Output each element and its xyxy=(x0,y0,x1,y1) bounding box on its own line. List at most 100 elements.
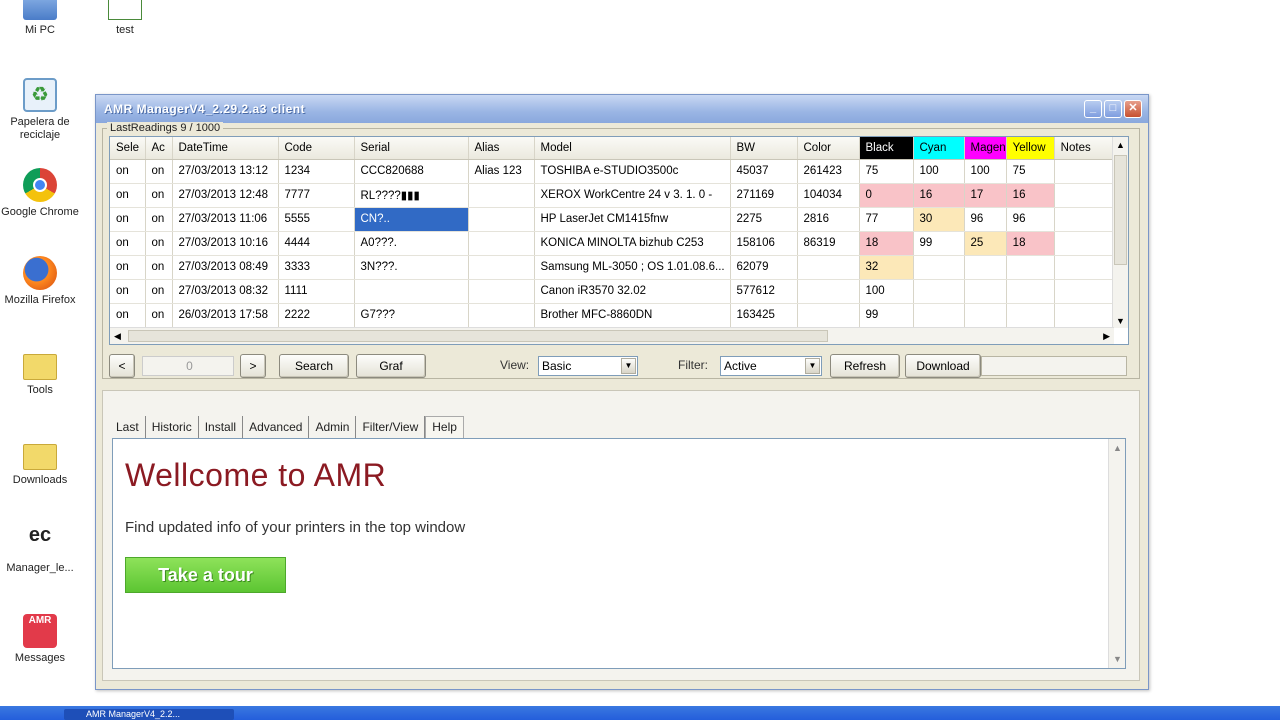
table-cell[interactable]: 577612 xyxy=(730,279,798,304)
table-cell[interactable]: 100 xyxy=(859,279,914,304)
table-cell[interactable]: 271169 xyxy=(730,183,798,208)
chevron-down-icon[interactable]: ▼ xyxy=(621,358,636,374)
column-header[interactable]: Model xyxy=(534,137,731,160)
tab-advanced[interactable]: Advanced xyxy=(243,416,310,438)
table-cell[interactable]: 1234 xyxy=(278,159,355,184)
column-header[interactable]: Sele xyxy=(110,137,146,160)
table-row[interactable]: on on 27/03/2013 12:48 7777 RL????▮▮▮ XEROX W… xyxy=(110,183,1115,208)
table-cell[interactable] xyxy=(797,303,860,328)
column-header[interactable]: Cyan xyxy=(913,137,965,160)
grid-horizontal-scrollbar[interactable]: ◀ ▶ xyxy=(110,327,1114,344)
table-cell[interactable]: 96 xyxy=(964,207,1007,232)
column-header[interactable]: Serial xyxy=(354,137,469,160)
table-cell[interactable] xyxy=(1054,183,1115,208)
desktop-icon-recycle-bin[interactable]: ♻ Papelera de reciclaje xyxy=(0,78,80,142)
column-header[interactable]: Code xyxy=(278,137,355,160)
table-cell[interactable]: 18 xyxy=(1006,231,1055,256)
table-cell[interactable] xyxy=(468,183,535,208)
table-cell[interactable]: 86319 xyxy=(797,231,860,256)
table-cell[interactable]: on xyxy=(110,279,146,304)
grid-vertical-scrollbar[interactable]: ▲ ▼ xyxy=(1112,137,1128,328)
desktop-icon-chrome[interactable]: Google Chrome xyxy=(0,168,80,219)
table-cell[interactable]: 104034 xyxy=(797,183,860,208)
tab-filter-view[interactable]: Filter/View xyxy=(356,416,426,438)
tab-install[interactable]: Install xyxy=(199,416,244,438)
table-cell[interactable]: KONICA MINOLTA bizhub C253 xyxy=(534,231,731,256)
table-cell[interactable] xyxy=(1006,303,1055,328)
scroll-thumb[interactable] xyxy=(1114,155,1127,265)
table-cell[interactable]: on xyxy=(110,207,146,232)
table-cell[interactable]: 16 xyxy=(1006,183,1055,208)
table-cell[interactable] xyxy=(468,255,535,280)
table-cell[interactable]: on xyxy=(145,183,173,208)
table-cell[interactable]: Brother MFC-8860DN xyxy=(534,303,731,328)
graf-button[interactable]: Graf xyxy=(356,354,426,378)
table-cell[interactable] xyxy=(1054,159,1115,184)
desktop-icon-my-pc[interactable]: Mi PC xyxy=(0,0,80,37)
scroll-right-icon[interactable]: ▶ xyxy=(1103,331,1110,342)
column-header[interactable]: DateTime xyxy=(172,137,279,160)
table-cell[interactable]: on xyxy=(145,255,173,280)
table-cell[interactable] xyxy=(797,255,860,280)
table-cell[interactable]: 99 xyxy=(859,303,914,328)
table-cell[interactable] xyxy=(964,255,1007,280)
window-titlebar[interactable]: AMR ManagerV4_2.29.2.a3 client xyxy=(96,95,1148,123)
table-cell[interactable] xyxy=(913,255,965,280)
table-cell[interactable] xyxy=(964,303,1007,328)
filter-select[interactable]: Active ▼ xyxy=(720,356,822,376)
table-cell[interactable] xyxy=(468,303,535,328)
table-cell[interactable]: on xyxy=(145,159,173,184)
table-cell[interactable]: on xyxy=(110,255,146,280)
scroll-down-icon[interactable]: ▼ xyxy=(1113,654,1122,664)
scroll-down-icon[interactable]: ▼ xyxy=(1116,316,1125,326)
table-cell[interactable]: 32 xyxy=(859,255,914,280)
page-number-field[interactable]: 0 xyxy=(142,356,234,376)
table-cell[interactable] xyxy=(468,207,535,232)
desktop-icon-manager[interactable]: ec Manager_le... xyxy=(0,524,80,575)
table-cell[interactable]: 158106 xyxy=(730,231,798,256)
column-header[interactable]: Alias xyxy=(468,137,535,160)
table-cell[interactable]: 62079 xyxy=(730,255,798,280)
column-header[interactable]: Ac xyxy=(145,137,173,160)
table-cell[interactable]: 2275 xyxy=(730,207,798,232)
taskbar-item-amr-manager[interactable]: AMR ManagerV4_2.2... xyxy=(64,709,234,720)
table-cell[interactable]: 16 xyxy=(913,183,965,208)
maximize-button[interactable]: □ xyxy=(1104,100,1122,118)
table-cell[interactable] xyxy=(468,279,535,304)
table-cell[interactable]: 26/03/2013 17:58 xyxy=(172,303,279,328)
table-cell[interactable]: on xyxy=(145,303,173,328)
tab-help[interactable]: Help xyxy=(425,416,464,438)
table-row[interactable]: on on 27/03/2013 13:12 1234 CCC820688 Alias 1… xyxy=(110,159,1115,184)
scroll-up-icon[interactable]: ▲ xyxy=(1116,140,1125,150)
desktop-icon-tools[interactable]: Tools xyxy=(0,350,80,397)
table-cell[interactable]: RL????▮▮▮ xyxy=(354,183,469,208)
tab-historic[interactable]: Historic xyxy=(146,416,199,438)
table-cell[interactable]: on xyxy=(110,231,146,256)
table-cell[interactable]: 27/03/2013 11:06 xyxy=(172,207,279,232)
column-header[interactable]: BW xyxy=(730,137,798,160)
column-header[interactable]: Magen xyxy=(964,137,1007,160)
table-cell[interactable]: 30 xyxy=(913,207,965,232)
table-cell[interactable] xyxy=(1054,231,1115,256)
table-cell[interactable]: 4444 xyxy=(278,231,355,256)
table-cell[interactable]: on xyxy=(110,159,146,184)
column-header[interactable]: Black xyxy=(859,137,914,160)
table-cell[interactable]: 1111 xyxy=(278,279,355,304)
table-cell[interactable]: 27/03/2013 10:16 xyxy=(172,231,279,256)
table-cell[interactable]: CN?.. xyxy=(354,207,469,232)
table-cell[interactable] xyxy=(1006,279,1055,304)
table-cell[interactable]: 0 xyxy=(859,183,914,208)
desktop-icon-test[interactable]: test xyxy=(85,0,165,37)
table-cell[interactable]: 77 xyxy=(859,207,914,232)
column-header[interactable]: Color xyxy=(797,137,860,160)
tab-admin[interactable]: Admin xyxy=(309,416,357,438)
minimize-button[interactable]: _ xyxy=(1084,100,1102,118)
table-cell[interactable]: 2222 xyxy=(278,303,355,328)
table-row[interactable]: on on 27/03/2013 08:49 3333 3N???. Samsung ML… xyxy=(110,255,1115,280)
table-cell[interactable]: on xyxy=(145,231,173,256)
table-row[interactable]: on on 26/03/2013 17:58 2222 G7??? Brother MFC… xyxy=(110,303,1115,328)
table-cell[interactable] xyxy=(1006,255,1055,280)
table-cell[interactable]: A0???. xyxy=(354,231,469,256)
table-cell[interactable]: on xyxy=(145,207,173,232)
table-cell[interactable] xyxy=(797,279,860,304)
